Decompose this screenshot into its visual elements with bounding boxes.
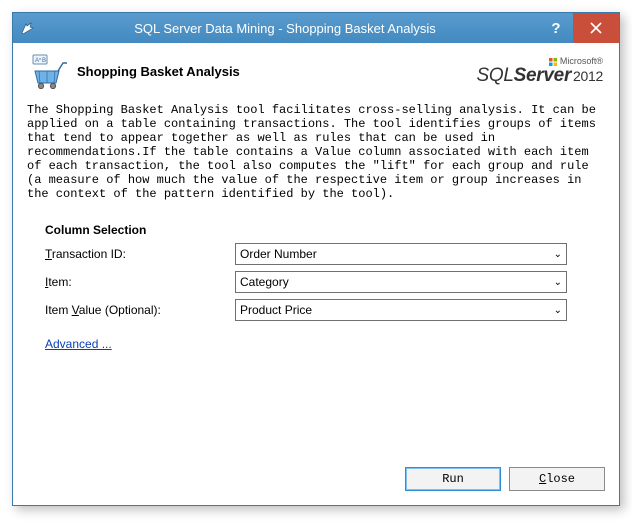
dialog-footer: Run Close [13, 457, 619, 505]
close-button[interactable] [573, 13, 619, 43]
chevron-down-icon: ⌄ [554, 277, 562, 288]
brand-sql: SQL [477, 65, 514, 86]
item-row: Item: Category ⌄ [45, 271, 595, 293]
help-button[interactable]: ? [539, 13, 573, 43]
app-icon [13, 21, 41, 35]
transaction-id-value: Order Number [240, 247, 317, 261]
item-value-select[interactable]: Product Price ⌄ [235, 299, 567, 321]
run-button[interactable]: Run [405, 467, 501, 491]
section-title: Column Selection [45, 223, 595, 237]
close-dialog-button[interactable]: Close [509, 467, 605, 491]
close-icon [590, 22, 602, 34]
item-value-label: Item Value (Optional): [45, 303, 235, 317]
column-selection-section: Column Selection Transaction ID: Order N… [13, 207, 619, 357]
transaction-id-row: Transaction ID: Order Number ⌄ [45, 243, 595, 265]
brand-server: Server [514, 65, 571, 86]
item-label: Item: [45, 275, 235, 289]
item-value: Category [240, 275, 289, 289]
close-button-label: Close [539, 472, 575, 486]
advanced-link[interactable]: Advanced ... [45, 337, 112, 351]
svg-text:A: A [35, 58, 39, 64]
transaction-id-select[interactable]: Order Number ⌄ [235, 243, 567, 265]
transaction-id-label: Transaction ID: [45, 247, 235, 261]
chevron-down-icon: ⌄ [554, 249, 562, 260]
svg-text:B: B [42, 58, 46, 64]
shopping-basket-icon: A B [29, 53, 69, 89]
run-button-label: Run [442, 472, 464, 486]
item-select[interactable]: Category ⌄ [235, 271, 567, 293]
header: A B Shopping Basket Analysis [13, 43, 619, 101]
brand-year: 2012 [573, 68, 603, 84]
page-title: Shopping Basket Analysis [77, 64, 477, 79]
brand-logo: Microsoft® SQLServer2012 [477, 57, 603, 85]
chevron-down-icon: ⌄ [554, 305, 562, 316]
dialog-window: SQL Server Data Mining - Shopping Basket… [12, 12, 620, 506]
titlebar: SQL Server Data Mining - Shopping Basket… [13, 13, 619, 43]
description-text: The Shopping Basket Analysis tool facili… [13, 101, 619, 207]
window-title: SQL Server Data Mining - Shopping Basket… [41, 21, 539, 36]
item-value-row: Item Value (Optional): Product Price ⌄ [45, 299, 595, 321]
item-value-value: Product Price [240, 303, 312, 317]
